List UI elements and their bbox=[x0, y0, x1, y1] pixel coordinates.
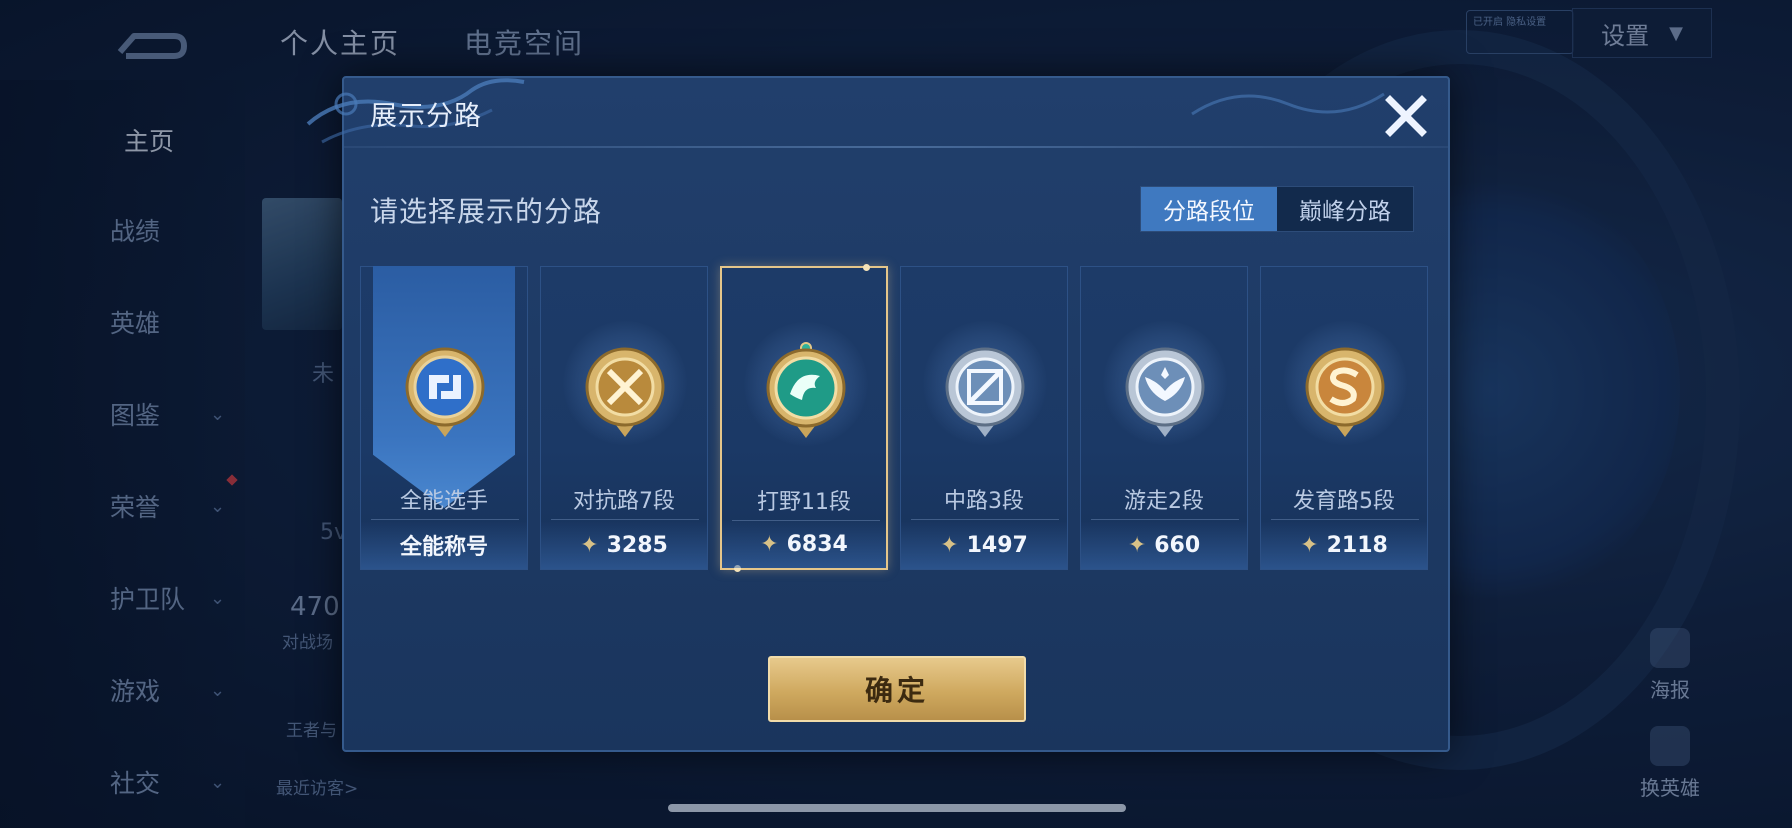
lane-value-row: ✦ 3285 bbox=[541, 521, 707, 569]
farm-lane-emblem-icon bbox=[1305, 347, 1385, 437]
lane-card-jungle[interactable]: 打野11段 ✦ 6834 bbox=[720, 264, 888, 572]
card-divider bbox=[1091, 519, 1239, 520]
confirm-button[interactable]: 确定 bbox=[768, 656, 1026, 722]
card-divider bbox=[911, 519, 1059, 520]
points-gem-icon: ✦ bbox=[940, 532, 959, 558]
lane-value-row: ✦ 1497 bbox=[901, 521, 1067, 569]
lane-name: 全能选手 bbox=[399, 489, 488, 514]
lane-card-mid[interactable]: 中路3段 ✦ 1497 bbox=[900, 266, 1068, 570]
card-divider bbox=[371, 519, 519, 520]
lane-value-row: ✦ 2118 bbox=[1261, 521, 1427, 569]
lane-card-list: 全能选手 全能称号 对抗路7段 ✦ 3285 打野11段 ✦ 6834 中路3段… bbox=[360, 264, 1440, 572]
segment-lane-rank[interactable]: 分路段位 bbox=[1141, 187, 1277, 231]
lane-value-row: ✦ 6834 bbox=[722, 520, 886, 568]
roam-wings-emblem-icon bbox=[1125, 347, 1205, 437]
lane-value-row: 全能称号 bbox=[361, 521, 527, 569]
lane-value: 6834 bbox=[786, 531, 848, 557]
dialog-title: 展示分路 bbox=[370, 101, 482, 132]
close-icon[interactable] bbox=[1382, 92, 1430, 140]
lane-name: 游走2段 bbox=[1124, 489, 1204, 514]
lane-value: 660 bbox=[1154, 532, 1201, 558]
lane-value: 1497 bbox=[966, 532, 1028, 558]
clash-lane-emblem-icon bbox=[585, 347, 665, 437]
selection-corner-dot bbox=[863, 264, 870, 271]
lane-name: 发育路5段 bbox=[1293, 489, 1395, 514]
lane-name: 中路3段 bbox=[944, 489, 1024, 514]
mid-lane-emblem-icon bbox=[945, 347, 1025, 437]
lane-value: 2118 bbox=[1326, 532, 1388, 558]
lane-card-farm[interactable]: 发育路5段 ✦ 2118 bbox=[1260, 266, 1428, 570]
card-divider bbox=[551, 519, 699, 520]
home-indicator[interactable] bbox=[668, 804, 1126, 812]
points-gem-icon: ✦ bbox=[1127, 532, 1147, 558]
all-round-emblem-icon bbox=[405, 347, 485, 437]
dialog-subtitle: 请选择展示的分路 bbox=[370, 195, 603, 228]
lane-card-clash[interactable]: 对抗路7段 ✦ 3285 bbox=[540, 266, 708, 570]
segment-peak-lane[interactable]: 巅峰分路 bbox=[1277, 187, 1413, 231]
points-gem-icon: ✦ bbox=[760, 531, 779, 557]
cloud-ornament-icon bbox=[1191, 92, 1385, 116]
lane-mode-toggle: 分路段位 巅峰分路 bbox=[1140, 186, 1414, 232]
lane-display-dialog: 展示分路 请选择展示的分路 分路段位 巅峰分路 全能选手 全能称号 对抗路7段 … bbox=[306, 76, 1450, 752]
points-gem-icon: ✦ bbox=[1300, 532, 1319, 558]
lane-name: 打野11段 bbox=[757, 490, 851, 515]
lane-card-all-round[interactable]: 全能选手 全能称号 bbox=[360, 266, 528, 570]
lane-card-roam[interactable]: 游走2段 ✦ 660 bbox=[1080, 266, 1248, 570]
lane-value-row: ✦ 660 bbox=[1081, 521, 1247, 569]
points-gem-icon: ✦ bbox=[580, 532, 599, 558]
card-divider bbox=[1271, 519, 1419, 520]
lane-name: 对抗路7段 bbox=[573, 489, 675, 514]
header-divider bbox=[344, 146, 1448, 148]
lane-value: 全能称号 bbox=[399, 535, 488, 560]
lane-value: 3285 bbox=[606, 532, 668, 558]
jungle-dragon-emblem-icon bbox=[766, 342, 846, 438]
